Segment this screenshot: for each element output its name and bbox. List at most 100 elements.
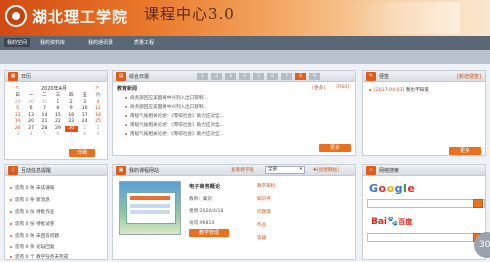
news-subtitle: 教育新闻 (117, 86, 138, 92)
calendar-day[interactable]: 7 (65, 132, 78, 139)
news-item[interactable]: 商务部回应美国将中兴列入出口管制... (125, 104, 208, 110)
news-page-button[interactable]: 1 (197, 73, 208, 80)
course-name[interactable]: 电子商务概论 (189, 183, 220, 190)
center-title: 课程中心3.0 (144, 5, 235, 23)
news-panel: ▤ 综合日报 123456789 教育新闻 [更多] [RSS] 商务部回应美国… (112, 70, 356, 156)
school-name: 湖北理工学院 (32, 8, 129, 26)
news-page-button[interactable]: 9 (309, 73, 320, 80)
nav-my-library[interactable]: 我的资料库 (40, 39, 65, 46)
header-decoration (350, 2, 460, 34)
news-page-button[interactable]: 6 (267, 73, 278, 80)
course-thumbnail[interactable] (119, 181, 181, 235)
chevron-down-icon: ▾ (299, 167, 302, 172)
calendar-week-row: 3456789 (11, 132, 105, 139)
course-title: 我的课程网站 (129, 168, 160, 174)
course-icon: ▣ (116, 166, 126, 175)
teaching-manage-button[interactable]: 教学管理 (189, 229, 229, 237)
news-more-button[interactable]: 更多 (319, 144, 351, 152)
calendar-day[interactable]: 4 (24, 132, 37, 139)
calendar-header: ▦ 日历 (5, 71, 107, 82)
course-updated: 更新:2020/4/18 (189, 209, 224, 214)
news-page-button[interactable]: 3 (225, 73, 236, 80)
nav-sub-strip (0, 50, 490, 64)
view-class-link[interactable]: 查看教学班 (231, 167, 254, 173)
calendar-day[interactable]: 3 (11, 132, 24, 139)
calendar-day[interactable]: 5 (38, 132, 51, 139)
calendar-days: 29 30 31 1 2 3 4 5 6 7 8 9 10 11 12 13 14 15 16 17 18 19 20 21 2… (11, 100, 105, 139)
course-link-questions[interactable]: 问题库 (257, 209, 275, 222)
news-page-button[interactable]: 2 (211, 73, 222, 80)
baidu-search-input[interactable] (367, 233, 485, 242)
calendar-panel: ▦ 日历 < 2020年4月 > 日 一 二 三 四 五 六 29 30 31 1 2 3… (4, 70, 108, 160)
search-icon: ⌕ (366, 166, 376, 175)
interaction-item[interactable]: 您有 0 条 未读通知 (10, 185, 54, 191)
news-header: ▤ 综合日报 123456789 (113, 71, 355, 82)
course-link-knowledge[interactable]: 知识点 (257, 196, 275, 209)
notes-title: 便签 (379, 74, 390, 80)
news-page-button[interactable]: 7 (281, 73, 292, 80)
create-site-link[interactable]: ✚[创建网站] (313, 167, 339, 173)
news-item[interactable]: 南极气候相关论述：《零碳社会》助力应对全... (125, 122, 224, 128)
calendar-day[interactable]: 6 (51, 132, 64, 139)
site-header: 湖北理工学院 课程中心3.0 (0, 0, 490, 36)
calendar-month-label: 2020年4月 (41, 86, 67, 92)
search-panel: ⌕ 网络搜索 Google Bai🐾百度 (362, 164, 486, 260)
note-entry[interactable]: [2017-04-03] 我也不知道 (369, 87, 429, 93)
calendar-grid: 日 一 二 三 四 五 六 29 30 31 1 2 3 4 5 6 7 8 9 10 11 12 13 14 1… (11, 93, 105, 139)
baidu-logo: Bai🐾百度 (371, 217, 413, 227)
course-panel: ▣ 我的课程网站 查看教学班 全部 ▾ ✚[创建网站] 电子商务概论 教师：桑剑… (112, 164, 356, 260)
news-title: 综合日报 (129, 74, 150, 80)
news-item[interactable]: 商务部回应美国将中兴列入出口管制... (125, 95, 208, 101)
notes-header: ✎ 便签 [新增便签] (363, 71, 485, 82)
nav-quality-project[interactable]: 质量工程 (134, 39, 154, 46)
news-item[interactable]: 南极气候相关论述：《零碳社会》助力应对全... (125, 113, 224, 119)
search-header: ⌕ 网络搜索 (363, 165, 485, 176)
course-link-homework[interactable]: 作业 (257, 222, 275, 235)
news-item[interactable]: 南极气候相关论述：《零碳社会》助力应对全... (125, 131, 224, 137)
course-visits: 访问:96814 (189, 221, 215, 226)
search-title: 网络搜索 (379, 168, 400, 174)
interaction-item[interactable]: 您有 0 条 未回答问题 (10, 233, 59, 239)
news-page-button[interactable]: 4 (239, 73, 250, 80)
interaction-panel: ♪ 互动信息提醒 您有 0 条 未读通知 您有 0 条 新消息 您有 0 份 待… (4, 164, 108, 260)
course-filter-value: 全部 (268, 167, 278, 172)
interaction-title: 互动信息提醒 (21, 168, 52, 174)
news-page-button[interactable]: 5 (253, 73, 264, 80)
add-note-link[interactable]: [新增便签] (457, 73, 481, 80)
news-page-button[interactable]: 8 (295, 73, 306, 80)
interaction-item[interactable]: 您有 0 份 待批作业 (10, 209, 54, 215)
course-header: ▣ 我的课程网站 查看教学班 全部 ▾ ✚[创建网站] (113, 165, 355, 176)
course-filter-select[interactable]: 全部 ▾ (265, 166, 305, 174)
notes-panel: ✎ 便签 [新增便签] [2017-04-03] 我也不知道 更多 (362, 70, 486, 156)
google-search-input[interactable] (367, 199, 485, 208)
calendar-detail-button[interactable]: 详细 (69, 149, 95, 157)
interaction-item[interactable]: 您有 0 条 论坛回复 (10, 244, 54, 250)
nav-my-space[interactable]: 我的空间 (4, 38, 31, 47)
notes-more-button[interactable]: 更多 (449, 147, 481, 155)
news-rss-link[interactable]: [RSS] (336, 85, 349, 90)
nav-my-contacts[interactable]: 我的通讯录 (88, 39, 113, 46)
note-text: 我也不知道 (405, 88, 429, 93)
interaction-item[interactable]: 您有 0 个 教学任务未完成 (10, 254, 68, 260)
calendar-title: 日历 (21, 74, 32, 80)
note-date: [2017-04-03] (374, 88, 405, 93)
news-more-link[interactable]: [更多] (312, 85, 325, 91)
google-search-button[interactable] (473, 199, 483, 208)
interaction-item[interactable]: 您有 0 条 新消息 (10, 197, 50, 203)
course-link-materials[interactable]: 教学资料 (257, 183, 275, 196)
google-logo: Google (369, 182, 416, 195)
interaction-header: ♪ 互动信息提醒 (5, 165, 107, 176)
bell-icon: ♪ (8, 166, 18, 175)
course-link-qa[interactable]: 答疑 (257, 235, 275, 248)
calendar-day[interactable]: 8 (78, 132, 91, 139)
main-nav: 我的空间 我的资料库 我的通讯录 质量工程 (0, 36, 490, 50)
calendar-day[interactable]: 9 (91, 132, 104, 139)
interaction-item[interactable]: 您有 0 份 待批试卷 (10, 221, 54, 227)
calendar-next-button[interactable]: > (95, 85, 99, 91)
school-logo (5, 5, 27, 27)
course-side-links: 教学资料 知识点 问题库 作业 答疑 (257, 183, 275, 248)
note-icon: ✎ (366, 72, 376, 81)
calendar-prev-button[interactable]: < (15, 85, 19, 91)
course-teacher: 教师：桑剑 (189, 197, 212, 202)
calendar-icon: ▦ (8, 72, 18, 81)
